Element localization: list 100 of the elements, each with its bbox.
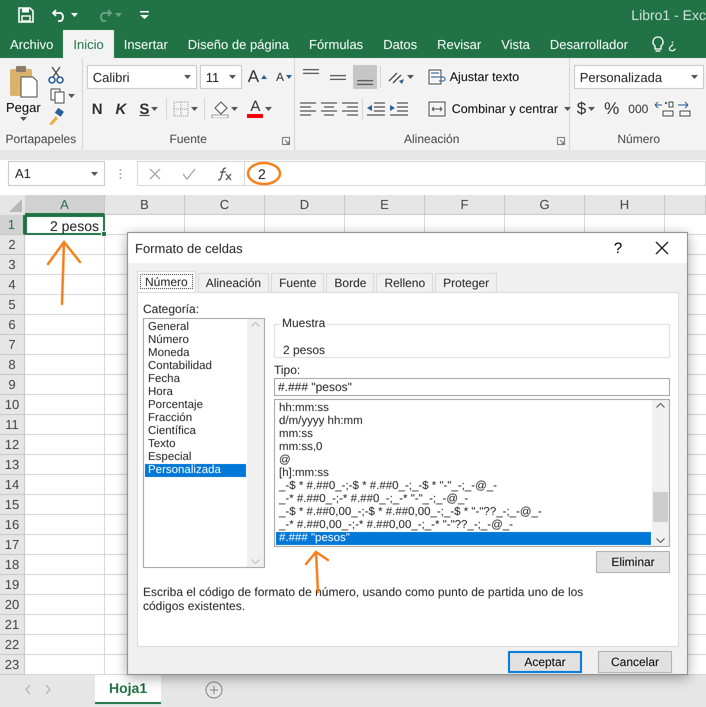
font-name-field[interactable]: Calibri xyxy=(86,65,197,89)
caret-icon[interactable] xyxy=(191,107,198,111)
caret-icon[interactable] xyxy=(91,172,98,176)
bold-button[interactable]: N xyxy=(86,100,108,118)
wrap-text-button[interactable]: Ajustar texto xyxy=(424,67,522,87)
paste-button[interactable]: Pegar xyxy=(4,64,43,130)
caret-icon[interactable] xyxy=(588,107,596,111)
list-item[interactable]: Fecha xyxy=(145,373,246,386)
list-item[interactable]: Contabilidad xyxy=(145,360,246,373)
shrink-font-button[interactable]: A xyxy=(273,68,296,86)
list-item[interactable]: Especial xyxy=(145,451,246,464)
row-header[interactable]: 5 xyxy=(0,295,25,315)
name-box[interactable]: A1 xyxy=(8,161,105,186)
list-item[interactable]: [h]:mm:ss xyxy=(276,467,651,480)
caret-icon[interactable] xyxy=(564,107,571,111)
scroll-up-icon[interactable] xyxy=(656,403,665,408)
align-bottom-button[interactable] xyxy=(352,65,377,89)
column-header[interactable]: D xyxy=(265,195,345,215)
list-item[interactable]: _-$ * #.##0,00_-;-$ * #.##0,00_-;_-$ * "-"??_-;_-@_- xyxy=(276,506,651,519)
tell-me-text[interactable]: ¿ xyxy=(668,36,677,52)
percent-button[interactable]: % xyxy=(601,97,622,121)
format-list[interactable] xyxy=(274,399,670,547)
ribbon-tab[interactable]: Insertar xyxy=(114,30,178,58)
decrease-decimal-icon[interactable] xyxy=(677,100,692,118)
ribbon-tab[interactable]: Diseño de página xyxy=(178,30,299,58)
ribbon-tab[interactable]: Revisar xyxy=(427,30,492,58)
row-header[interactable]: 21 xyxy=(0,615,25,635)
list-item[interactable]: d/m/yyyy hh:mm xyxy=(276,415,651,428)
dialog-launcher-icon[interactable] xyxy=(282,137,290,145)
row-header[interactable]: 3 xyxy=(0,255,25,275)
font-color-button[interactable]: A xyxy=(244,98,276,120)
caret-icon[interactable] xyxy=(20,117,27,121)
column-header[interactable]: A xyxy=(25,195,105,215)
list-item[interactable]: _-* #.##0,00_-;-* #.##0,00_-;_-* "-"??_-;_-@_- xyxy=(276,519,651,532)
ribbon-tab[interactable]: Archivo xyxy=(0,30,64,58)
cancel-button[interactable]: Cancelar xyxy=(598,651,672,673)
row-header[interactable]: 23 xyxy=(0,655,25,675)
caret-icon[interactable] xyxy=(71,13,78,17)
dialog-tab[interactable]: Alineación xyxy=(198,273,270,292)
ribbon-tab[interactable]: Fórmulas xyxy=(299,30,374,58)
delete-button[interactable]: Eliminar xyxy=(596,551,670,573)
list-item[interactable]: Hora xyxy=(145,386,246,399)
caret-icon[interactable] xyxy=(690,75,698,79)
list-item[interactable]: hh:mm:ss xyxy=(276,402,651,415)
scroll-thumb[interactable] xyxy=(653,492,668,522)
category-list[interactable]: General Número Moneda Contabilidad Fecha Hora Porcentaje Fracción Científica Texto Especial Personalizada xyxy=(143,318,265,568)
list-item[interactable]: _-$ * #.##0_-;-$ * #.##0_-;_-$ * "-"_-;_-@_- xyxy=(276,480,651,493)
row-header[interactable]: 13 xyxy=(0,455,25,475)
number-format-field[interactable]: Personalizada xyxy=(574,65,704,89)
dialog-tab[interactable]: Número xyxy=(137,271,196,292)
ribbon-tab[interactable]: Inicio xyxy=(63,30,114,58)
row-header[interactable]: 12 xyxy=(0,435,25,455)
thousands-button[interactable]: 000 xyxy=(625,100,652,118)
ribbon-tab[interactable]: Vista xyxy=(491,30,540,58)
row-header[interactable]: 22 xyxy=(0,635,25,655)
row-header[interactable]: 20 xyxy=(0,595,25,615)
function-icon[interactable] xyxy=(217,166,234,180)
dialog-tab[interactable]: Proteger xyxy=(435,273,498,292)
currency-button[interactable]: $ xyxy=(574,97,598,121)
lightbulb-icon[interactable] xyxy=(652,36,664,52)
font-size-field[interactable]: 11 xyxy=(200,65,242,89)
ribbon-tab[interactable]: Datos xyxy=(373,30,428,58)
increase-indent-icon[interactable] xyxy=(388,100,409,118)
dialog-tab[interactable]: Fuente xyxy=(271,273,324,292)
format-painter-icon[interactable] xyxy=(46,108,65,126)
sheet-tab[interactable]: Hoja1 xyxy=(95,675,162,704)
row-header[interactable]: 2 xyxy=(0,235,25,255)
grow-font-button[interactable]: A xyxy=(244,65,270,89)
row-header[interactable]: 6 xyxy=(0,315,25,335)
caret-icon[interactable] xyxy=(151,107,158,111)
caret-icon[interactable] xyxy=(68,94,75,98)
list-item[interactable]: Científica xyxy=(145,425,246,438)
column-header[interactable]: C xyxy=(185,195,265,215)
merge-center-button[interactable]: Combinar y centrar xyxy=(424,99,574,119)
row-header[interactable]: 19 xyxy=(0,575,25,595)
save-icon[interactable] xyxy=(18,7,34,23)
list-item[interactable]: _-* #.##0_-;-* #.##0_-;_-* "-"_-;_-@_- xyxy=(276,493,651,506)
row-header[interactable]: 15 xyxy=(0,495,25,515)
column-header[interactable]: H xyxy=(585,195,665,215)
help-button[interactable]: ? xyxy=(603,238,633,258)
row-header[interactable]: 7 xyxy=(0,335,25,355)
caret-icon[interactable] xyxy=(184,75,191,79)
row-header[interactable]: 17 xyxy=(0,535,25,555)
align-right-icon[interactable] xyxy=(340,100,359,118)
caret-icon[interactable] xyxy=(406,75,414,79)
formula-field[interactable]: 2 xyxy=(245,161,706,186)
list-item[interactable]: #.### "pesos" xyxy=(276,532,651,545)
caret-icon[interactable] xyxy=(265,107,272,111)
row-header[interactable]: 4 xyxy=(0,275,25,295)
ok-button[interactable]: Aceptar xyxy=(508,651,582,673)
row-header[interactable]: 8 xyxy=(0,355,25,375)
underline-button[interactable]: S xyxy=(134,100,164,118)
list-item[interactable]: Número xyxy=(145,334,246,347)
row-header[interactable]: 1 xyxy=(0,215,25,235)
add-sheet-icon[interactable] xyxy=(205,681,224,699)
align-left-icon[interactable] xyxy=(298,100,317,118)
list-item[interactable]: General xyxy=(145,321,246,334)
table-cell[interactable]: 2 pesos xyxy=(25,215,105,235)
decrease-indent-icon[interactable] xyxy=(366,100,386,118)
list-item[interactable]: Texto xyxy=(145,438,246,451)
